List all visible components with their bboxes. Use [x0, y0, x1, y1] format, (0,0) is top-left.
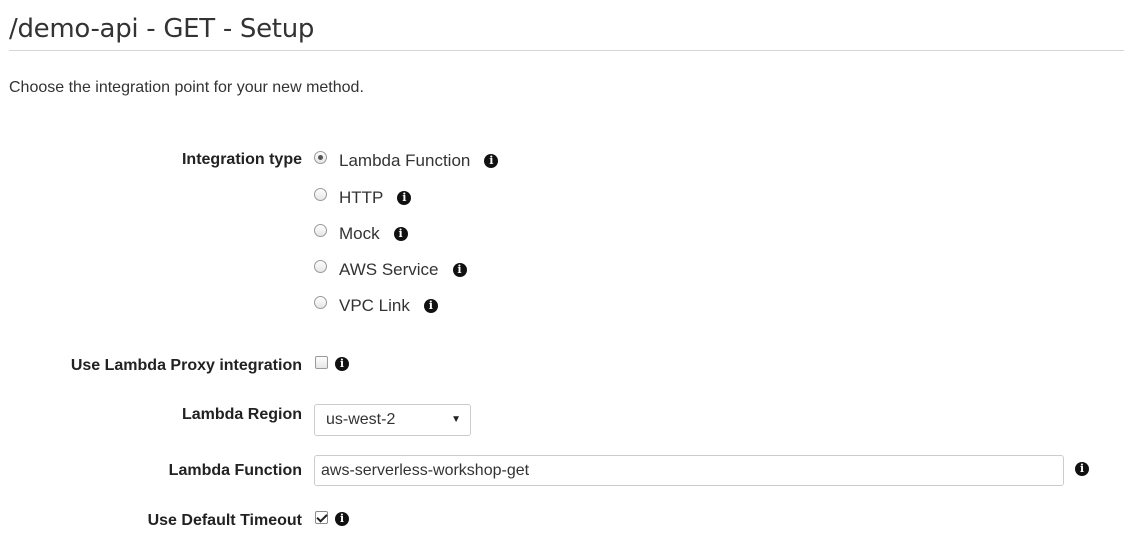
- info-icon[interactable]: i: [397, 191, 412, 205]
- radio-label-lambda-function: Lambda Function: [339, 151, 471, 170]
- lambda-region-select[interactable]: us-west-2 ▼: [314, 404, 471, 436]
- lambda-function-input[interactable]: [314, 455, 1064, 486]
- radio-vpc-link[interactable]: [314, 295, 327, 309]
- info-icon[interactable]: i: [423, 299, 438, 313]
- radio-label-vpc-link: VPC Link: [339, 296, 410, 315]
- info-icon[interactable]: i: [393, 227, 408, 241]
- page-title: /demo-api - GET - Setup: [9, 14, 315, 44]
- radio-option-mock[interactable]: Mock i: [314, 223, 408, 244]
- radio-mock[interactable]: [314, 223, 327, 237]
- radio-option-http[interactable]: HTTP i: [314, 187, 412, 208]
- intro-text: Choose the integration point for your ne…: [9, 79, 364, 96]
- radio-option-vpc-link[interactable]: VPC Link i: [314, 295, 438, 316]
- lambda-region-label: Lambda Region: [181, 406, 302, 423]
- radio-label-http: HTTP: [339, 188, 384, 207]
- chevron-down-icon: ▼: [451, 414, 461, 425]
- info-icon[interactable]: i: [452, 263, 467, 277]
- default-timeout-label: Use Default Timeout: [147, 512, 302, 529]
- info-icon[interactable]: i: [335, 512, 349, 526]
- radio-aws-service[interactable]: [314, 259, 327, 273]
- title-divider: [9, 50, 1124, 51]
- lambda-function-label: Lambda Function: [168, 462, 302, 479]
- lambda-region-value: us-west-2: [326, 411, 396, 428]
- default-timeout-checkbox[interactable]: [315, 511, 328, 524]
- radio-label-aws-service: AWS Service: [339, 260, 439, 279]
- radio-option-lambda-function[interactable]: Lambda Function i: [314, 150, 499, 171]
- radio-option-aws-service[interactable]: AWS Service i: [314, 259, 467, 280]
- lambda-proxy-label: Use Lambda Proxy integration: [70, 357, 302, 374]
- radio-lambda-function[interactable]: [314, 150, 327, 164]
- lambda-proxy-checkbox[interactable]: [315, 356, 328, 369]
- integration-type-label: Integration type: [181, 151, 302, 168]
- info-icon[interactable]: i: [1075, 462, 1089, 476]
- info-icon[interactable]: i: [335, 357, 349, 371]
- radio-http[interactable]: [314, 187, 327, 201]
- method-setup-page: /demo-api - GET - Setup Choose the integ…: [0, 0, 1124, 546]
- radio-label-mock: Mock: [339, 224, 380, 243]
- info-icon[interactable]: i: [484, 154, 499, 168]
